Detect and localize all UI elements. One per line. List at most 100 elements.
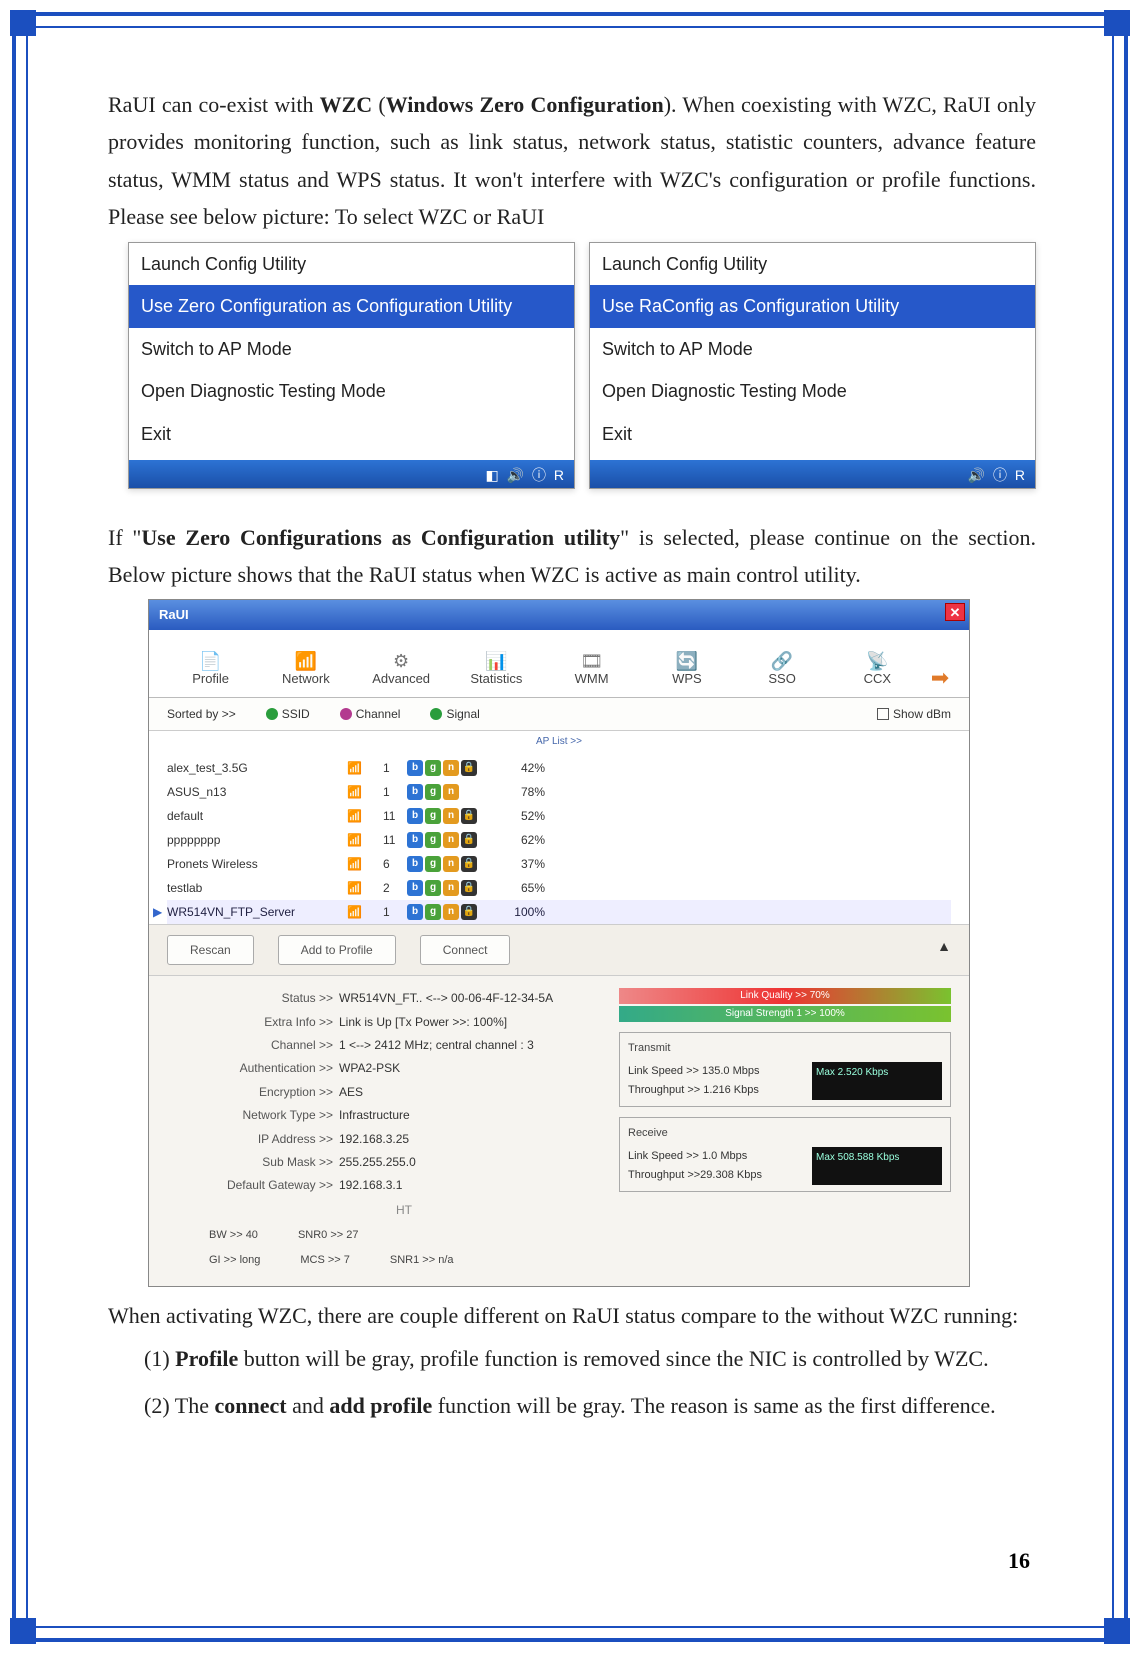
- detail-value: AES: [339, 1082, 599, 1102]
- tray-icons: ◧ 🔊 ⓘ R: [486, 464, 566, 488]
- sort-signal-radio[interactable]: Signal: [430, 704, 479, 724]
- text-bold: Use Zero Configurations as Configuration…: [141, 525, 620, 550]
- add-to-profile-button[interactable]: Add to Profile: [278, 935, 396, 965]
- tab-ccx[interactable]: 📡CCX: [830, 640, 925, 696]
- rescan-button[interactable]: Rescan: [167, 935, 254, 965]
- corner-decoration: [1104, 1618, 1130, 1644]
- tab-wps[interactable]: 🔄WPS: [639, 640, 734, 696]
- wmm-icon: 🎞: [544, 646, 639, 668]
- radio-label: Signal: [446, 704, 479, 724]
- text: RaUI can co-exist with: [108, 92, 320, 117]
- detail-value: 192.168.3.1: [339, 1175, 599, 1195]
- network-row[interactable]: default📶11bgn🔒52%: [167, 804, 951, 828]
- signal-strength-bar: Signal Strength 1 >> 100%: [619, 1006, 951, 1022]
- system-tray: ◧ 🔊 ⓘ R: [129, 460, 574, 488]
- network-row[interactable]: alex_test_3.5G📶1bgn🔒42%: [167, 756, 951, 780]
- network-row[interactable]: Pronets Wireless📶6bgn🔒37%: [167, 852, 951, 876]
- close-icon[interactable]: ✕: [945, 603, 965, 621]
- network-name: alex_test_3.5G: [167, 758, 347, 778]
- tab-label: Advanced: [372, 671, 430, 686]
- corner-decoration: [10, 10, 36, 36]
- tab-label: SSO: [768, 671, 795, 686]
- tab-label: Network: [282, 671, 330, 686]
- radio-icon: [430, 708, 442, 720]
- text: (: [372, 92, 386, 117]
- text-bold: Profile: [175, 1346, 238, 1371]
- menu-item[interactable]: Launch Config Utility: [590, 243, 1035, 286]
- mode-badge: n: [443, 880, 459, 896]
- window-title-bar: RaUI ✕: [149, 600, 969, 630]
- mode-badge: g: [425, 832, 441, 848]
- signal-percent: 37%: [507, 854, 551, 874]
- menu-item[interactable]: Open Diagnostic Testing Mode: [129, 370, 574, 413]
- tab-advanced[interactable]: ⚙Advanced: [354, 640, 449, 696]
- channel-value: 6: [383, 854, 407, 874]
- paragraph-diff-intro: When activating WZC, there are couple di…: [108, 1297, 1036, 1334]
- detail-label: IP Address >>: [209, 1129, 339, 1149]
- receive-box: Receive Link Speed >> 1.0 Mbps Throughpu…: [619, 1117, 951, 1192]
- menu-item-selected[interactable]: Use Zero Configuration as Configuration …: [129, 285, 574, 328]
- network-row[interactable]: ▶WR514VN_FTP_Server📶1bgn🔒100%: [167, 900, 951, 924]
- rx-throughput: Throughput >>29.308 Kbps: [628, 1166, 802, 1185]
- ht-value: 40: [246, 1229, 258, 1241]
- mode-badge: g: [425, 904, 441, 920]
- radio-icon: [340, 708, 352, 720]
- collapse-icon[interactable]: ▲: [937, 935, 951, 965]
- tx-throughput: Throughput >> 1.216 Kbps: [628, 1081, 802, 1100]
- menu-item[interactable]: Launch Config Utility: [129, 243, 574, 286]
- mode-badge: 🔒: [461, 760, 477, 776]
- tab-network[interactable]: 📶Network: [258, 640, 353, 696]
- sort-ssid-radio[interactable]: SSID: [266, 704, 310, 724]
- tab-profile[interactable]: 📄 Profile: [163, 640, 258, 696]
- menu-item-selected[interactable]: Use RaConfig as Configuration Utility: [590, 285, 1035, 328]
- antenna-icon: 📶: [347, 830, 383, 850]
- network-name: pppppppp: [167, 830, 347, 850]
- link-quality-bar: Link Quality >> 70%: [619, 988, 951, 1004]
- page-number: 16: [1008, 1548, 1030, 1574]
- menu-item[interactable]: Open Diagnostic Testing Mode: [590, 370, 1035, 413]
- network-row[interactable]: pppppppp📶11bgn🔒62%: [167, 828, 951, 852]
- menu-item[interactable]: Switch to AP Mode: [129, 328, 574, 371]
- context-menus-row: Launch Config Utility Use Zero Configura…: [128, 242, 1036, 489]
- arrow-right-icon[interactable]: ➡: [925, 659, 955, 696]
- tab-sso[interactable]: 🔗SSO: [735, 640, 830, 696]
- mode-badge: g: [425, 856, 441, 872]
- network-name: testlab: [167, 878, 347, 898]
- sort-channel-radio[interactable]: Channel: [340, 704, 401, 724]
- radio-icon: [266, 708, 278, 720]
- profile-icon: 📄: [163, 646, 258, 668]
- channel-value: 1: [383, 782, 407, 802]
- signal-bar: [551, 763, 951, 773]
- signal-bar: [551, 907, 951, 917]
- tab-statistics[interactable]: 📊Statistics: [449, 640, 544, 696]
- tab-wmm[interactable]: 🎞 WMM: [544, 640, 639, 696]
- box-title: Transmit: [628, 1039, 942, 1058]
- mode-badge: n: [443, 856, 459, 872]
- details-right: Link Quality >> 70% Signal Strength 1 >>…: [619, 988, 951, 1269]
- tab-label: WMM: [575, 671, 609, 686]
- tab-label: Profile: [192, 671, 229, 686]
- signal-percent: 62%: [507, 830, 551, 850]
- channel-value: 2: [383, 878, 407, 898]
- raui-window: RaUI ✕ 📄Profile 📶Network ⚙Advanced 📊Stat…: [148, 599, 970, 1286]
- network-row[interactable]: ASUS_n13📶1bgn78%: [167, 780, 951, 804]
- detail-label: Encryption >>: [209, 1082, 339, 1102]
- connect-button[interactable]: Connect: [420, 935, 511, 965]
- network-row[interactable]: testlab📶2bgn🔒65%: [167, 876, 951, 900]
- menu-item[interactable]: Exit: [129, 413, 574, 456]
- mode-badge: 🔒: [461, 808, 477, 824]
- badge-group: bgn🔒: [407, 856, 507, 872]
- tx-spark-chart: Max 2.520 Kbps: [812, 1062, 942, 1100]
- menu-item[interactable]: Switch to AP Mode: [590, 328, 1035, 371]
- signal-bar: [551, 883, 951, 893]
- context-menu-left: Launch Config Utility Use Zero Configura…: [128, 242, 575, 489]
- signal-percent: 42%: [507, 758, 551, 778]
- page-content: RaUI can co-exist with WZC (Windows Zero…: [108, 86, 1036, 1435]
- signal-bar: [551, 787, 951, 797]
- show-dbm-check[interactable]: Show dBm: [877, 704, 951, 724]
- radio-label: Channel: [356, 704, 401, 724]
- paragraph-intro: RaUI can co-exist with WZC (Windows Zero…: [108, 86, 1036, 236]
- mode-badge: b: [407, 832, 423, 848]
- tx-linkspeed: Link Speed >> 135.0 Mbps: [628, 1062, 802, 1081]
- menu-item[interactable]: Exit: [590, 413, 1035, 456]
